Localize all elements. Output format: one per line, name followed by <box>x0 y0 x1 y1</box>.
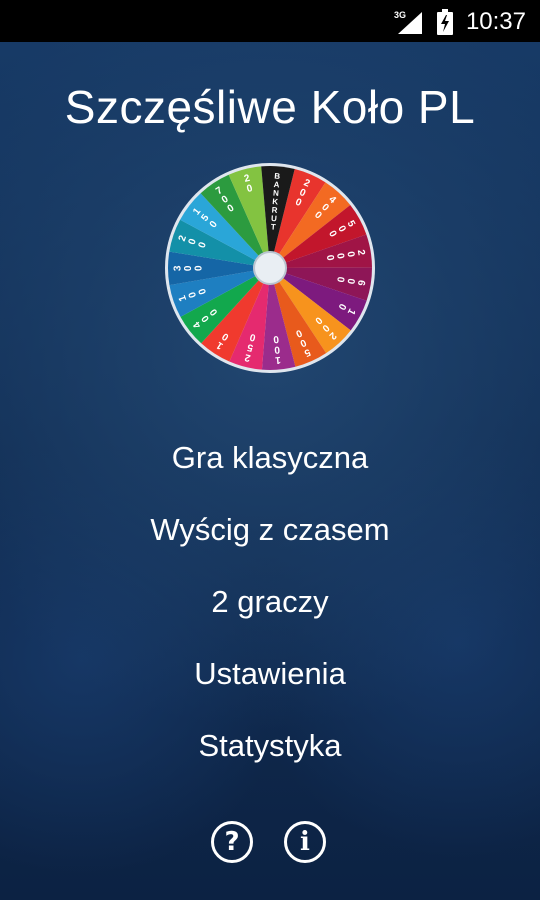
signal-icon <box>398 12 422 34</box>
wheel-segment-label: T <box>270 222 276 231</box>
wheel-segment-label: 0 <box>183 265 194 271</box>
help-icon[interactable]: ? <box>211 821 253 863</box>
statistics-button[interactable]: Statystyka <box>0 710 540 782</box>
clock: 10:37 <box>465 8 526 35</box>
wheel-hub <box>253 251 287 285</box>
two-players-button[interactable]: 2 graczy <box>0 566 540 638</box>
prize-wheel[interactable]: 200 400500200060010200500100250104001003 0… <box>163 161 377 375</box>
classic-game-button[interactable]: Gra klasyczna <box>0 422 540 494</box>
time-race-button[interactable]: Wyścig z czasem <box>0 494 540 566</box>
status-bar: 3G 10:37 <box>0 0 540 42</box>
app-title: Szczęśliwe Koło PL <box>64 81 476 133</box>
wheel-segment-label: 0 <box>193 265 204 271</box>
main-menu: Gra klasyczna Wyścig z czasem 2 graczy U… <box>0 422 540 782</box>
bottom-icons: ? i <box>211 821 331 867</box>
info-icon[interactable]: i <box>284 821 326 863</box>
app-screen: Szczęśliwe Koło PL 200400500200060010200… <box>0 42 540 900</box>
wheel-segment-label: 3 <box>172 265 183 271</box>
battery-charging-icon <box>437 9 453 35</box>
settings-button[interactable]: Ustawienia <box>0 638 540 710</box>
